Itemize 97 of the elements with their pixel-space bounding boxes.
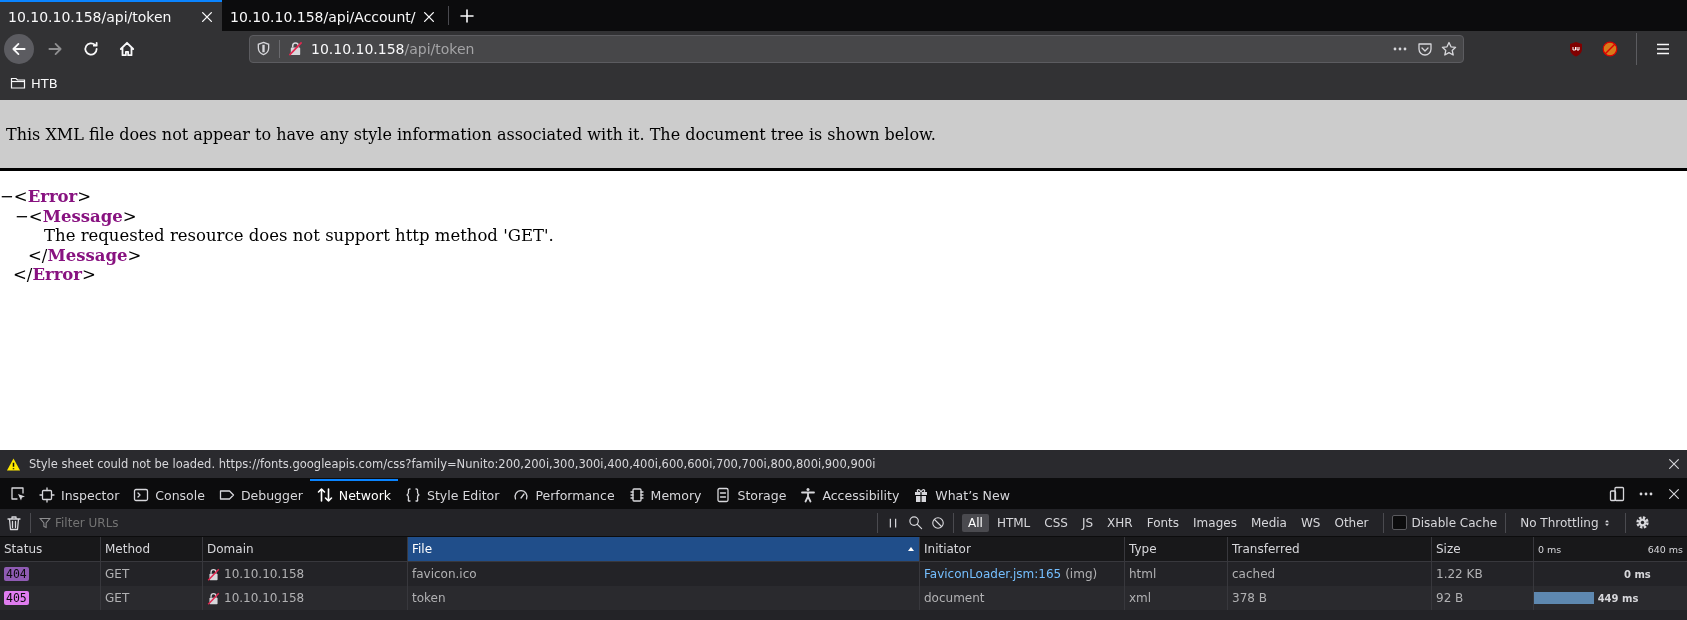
inspector-icon bbox=[39, 487, 55, 503]
xml-open-tag: <Error> bbox=[13, 187, 92, 207]
table-cell: GET bbox=[101, 586, 203, 610]
table-cell: xml bbox=[1125, 586, 1228, 610]
close-icon[interactable] bbox=[200, 9, 214, 24]
sort-ascending-icon bbox=[907, 545, 915, 553]
insecure-lock-icon bbox=[207, 591, 220, 605]
column-header[interactable]: Size bbox=[1432, 537, 1534, 562]
type-filter-button[interactable]: JS bbox=[1075, 513, 1100, 532]
insecure-lock-icon[interactable] bbox=[288, 41, 303, 56]
folder-icon bbox=[10, 75, 26, 91]
xml-open-tag: <Message> bbox=[28, 206, 137, 227]
network-icon bbox=[316, 487, 333, 503]
filter-field[interactable]: Filter URLs bbox=[55, 515, 355, 530]
debugger-icon bbox=[218, 487, 235, 503]
table-cell: 378 B bbox=[1228, 586, 1432, 610]
type-filter-button[interactable]: XHR bbox=[1101, 513, 1139, 532]
back-button[interactable] bbox=[4, 33, 34, 64]
storage-icon bbox=[715, 487, 732, 503]
initiator-text: (img) bbox=[1065, 567, 1098, 581]
memory-icon bbox=[628, 487, 645, 503]
domain-text: 10.10.10.158 bbox=[224, 591, 305, 605]
type-filter-button[interactable]: HTML bbox=[990, 513, 1037, 532]
accessibility-icon bbox=[800, 487, 817, 503]
initiator-link[interactable]: FaviconLoader.jsm:165 bbox=[924, 567, 1062, 581]
close-icon[interactable] bbox=[1667, 457, 1681, 471]
settings-icon[interactable] bbox=[1633, 514, 1651, 531]
type-filter-button[interactable]: WS bbox=[1294, 513, 1327, 532]
block-icon[interactable] bbox=[931, 515, 945, 530]
checkbox[interactable] bbox=[1391, 515, 1407, 530]
devtools-tab[interactable]: Storage bbox=[708, 479, 794, 509]
search-icon[interactable] bbox=[908, 515, 923, 530]
bookmark-label: HTB bbox=[31, 75, 58, 91]
timeline-tick-label: 0 ms bbox=[1538, 543, 1562, 555]
warning-icon bbox=[6, 456, 21, 472]
browser-tab[interactable]: 10.10.10.158/api/token bbox=[0, 0, 222, 31]
throttling-select[interactable]: No Throttling bbox=[1514, 515, 1617, 530]
home-icon bbox=[118, 39, 136, 58]
close-icon[interactable] bbox=[1667, 487, 1681, 501]
extension-icon[interactable] bbox=[1602, 40, 1618, 57]
type-filter-button[interactable]: Images bbox=[1187, 513, 1243, 532]
column-header[interactable]: Domain bbox=[203, 537, 408, 562]
insecure-lock-icon bbox=[207, 567, 220, 581]
devtools-tab[interactable]: Style Editor bbox=[398, 479, 507, 509]
xml-close-tag: </Message> bbox=[15, 245, 1687, 266]
shield-icon[interactable] bbox=[256, 41, 271, 56]
plus-icon[interactable] bbox=[459, 7, 475, 24]
devtools-tab[interactable]: Debugger bbox=[211, 479, 310, 509]
element-picker-icon[interactable] bbox=[10, 486, 26, 502]
shield-extension-icon[interactable] bbox=[1568, 40, 1584, 57]
type-filter-button[interactable]: All bbox=[962, 513, 989, 532]
column-header[interactable]: Status bbox=[0, 537, 101, 562]
table-cell: token bbox=[408, 586, 920, 610]
domain-text: 10.10.10.158 bbox=[224, 567, 305, 581]
address-bar[interactable]: 10.10.10.158/api/token bbox=[249, 34, 1464, 63]
performance-icon bbox=[513, 487, 530, 503]
collapse-toggle[interactable]: − bbox=[15, 206, 29, 227]
timeline-tick-label: 640 ms bbox=[1647, 543, 1683, 555]
pocket-icon[interactable] bbox=[1417, 40, 1433, 57]
devtools-tab[interactable]: What’s New bbox=[906, 479, 1017, 509]
type-filter-button[interactable]: Other bbox=[1328, 513, 1375, 532]
column-header[interactable]: File bbox=[408, 537, 920, 562]
reload-icon bbox=[82, 39, 100, 58]
trash-icon[interactable] bbox=[6, 514, 22, 531]
type-filter-button[interactable]: CSS bbox=[1038, 513, 1074, 532]
table-cell: 92 B bbox=[1432, 586, 1534, 610]
column-header[interactable]: Initiator bbox=[920, 537, 1125, 562]
dock-icon[interactable] bbox=[1609, 486, 1625, 502]
devtools-tab[interactable]: Accessibility bbox=[793, 479, 907, 509]
checkbox-label[interactable]: Disable Cache bbox=[1411, 515, 1498, 530]
devtools-tab[interactable]: Inspector bbox=[32, 479, 127, 509]
devtools-tab[interactable]: Memory bbox=[621, 479, 709, 509]
notification-message: Style sheet could not be loaded. https://fonts.googleapis.com/css?family=Nunito:200,200i,300,300i,400,400i,600,600i,700,700i,800,800i,900,900i bbox=[29, 457, 877, 471]
xml-text: The requested resource does not support http method 'GET'. bbox=[43, 226, 555, 246]
column-header[interactable]: Transferred bbox=[1228, 537, 1432, 562]
collapse-toggle[interactable]: − bbox=[0, 187, 14, 207]
filter-icon bbox=[39, 516, 51, 529]
xml-close-tag: </Error> bbox=[0, 265, 1687, 285]
initiator-text: document bbox=[924, 591, 985, 605]
column-header[interactable]: Type bbox=[1125, 537, 1228, 562]
column-header[interactable]: Method bbox=[101, 537, 203, 562]
type-filter-button[interactable]: Fonts bbox=[1140, 513, 1186, 532]
type-filter-button[interactable]: Media bbox=[1244, 513, 1293, 532]
devtools-tab[interactable]: Network bbox=[309, 479, 398, 509]
style-icon bbox=[405, 487, 421, 503]
bookmark-item[interactable]: HTB bbox=[10, 75, 58, 91]
status-code: 405 bbox=[4, 591, 29, 605]
devtools-tab[interactable]: Performance bbox=[506, 479, 622, 509]
status-code: 404 bbox=[4, 567, 29, 581]
timing-label: 449 ms bbox=[1596, 592, 1639, 604]
whatsnew-icon bbox=[913, 487, 930, 503]
star-icon[interactable] bbox=[1441, 40, 1457, 57]
close-icon[interactable] bbox=[422, 9, 436, 24]
timing-label: 0 ms bbox=[1623, 568, 1651, 580]
xml-notice-banner: This XML file does not appear to have any style information associated with it. The document tree is shown below. bbox=[0, 100, 1687, 171]
console-icon bbox=[133, 487, 150, 503]
devtools-tab[interactable]: Console bbox=[126, 479, 212, 509]
